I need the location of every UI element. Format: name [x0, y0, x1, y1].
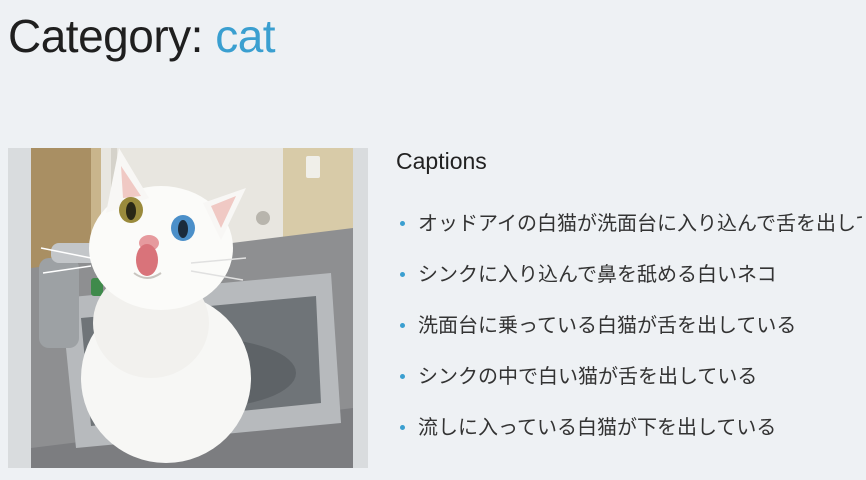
- caption-text: シンクに入り込んで鼻を舐める白いネコ: [418, 264, 777, 286]
- bullet-icon: [400, 323, 405, 328]
- caption-text: シンクの中で白い猫が舌を出している: [418, 366, 758, 388]
- cat-photo: [31, 148, 353, 468]
- caption-item: シンクの中で白い猫が舌を出している: [396, 361, 862, 412]
- bullet-icon: [400, 425, 405, 430]
- caption-text: 流しに入っている白猫が下を出している: [418, 417, 777, 439]
- bullet-icon: [400, 221, 405, 226]
- page-title: Category: cat: [8, 6, 276, 66]
- caption-list: オッドアイの白猫が洗面台に入り込んで舌を出している シンクに入り込んで鼻を舐める…: [396, 208, 862, 463]
- cat-in-sink-image: [31, 148, 353, 468]
- bullet-icon: [400, 374, 405, 379]
- category-link[interactable]: cat: [215, 10, 275, 62]
- caption-item: 洗面台に乗っている白猫が舌を出している: [396, 310, 862, 361]
- caption-item: オッドアイの白猫が洗面台に入り込んで舌を出している: [396, 208, 862, 259]
- caption-text: オッドアイの白猫が洗面台に入り込んで舌を出している: [418, 213, 862, 235]
- caption-item: シンクに入り込んで鼻を舐める白いネコ: [396, 259, 862, 310]
- captions-heading: Captions: [396, 148, 487, 174]
- caption-text: 洗面台に乗っている白猫が舌を出している: [418, 315, 797, 337]
- caption-item: 流しに入っている白猫が下を出している: [396, 412, 862, 463]
- category-label: Category:: [8, 10, 203, 62]
- bullet-icon: [400, 272, 405, 277]
- image-panel: [8, 148, 368, 468]
